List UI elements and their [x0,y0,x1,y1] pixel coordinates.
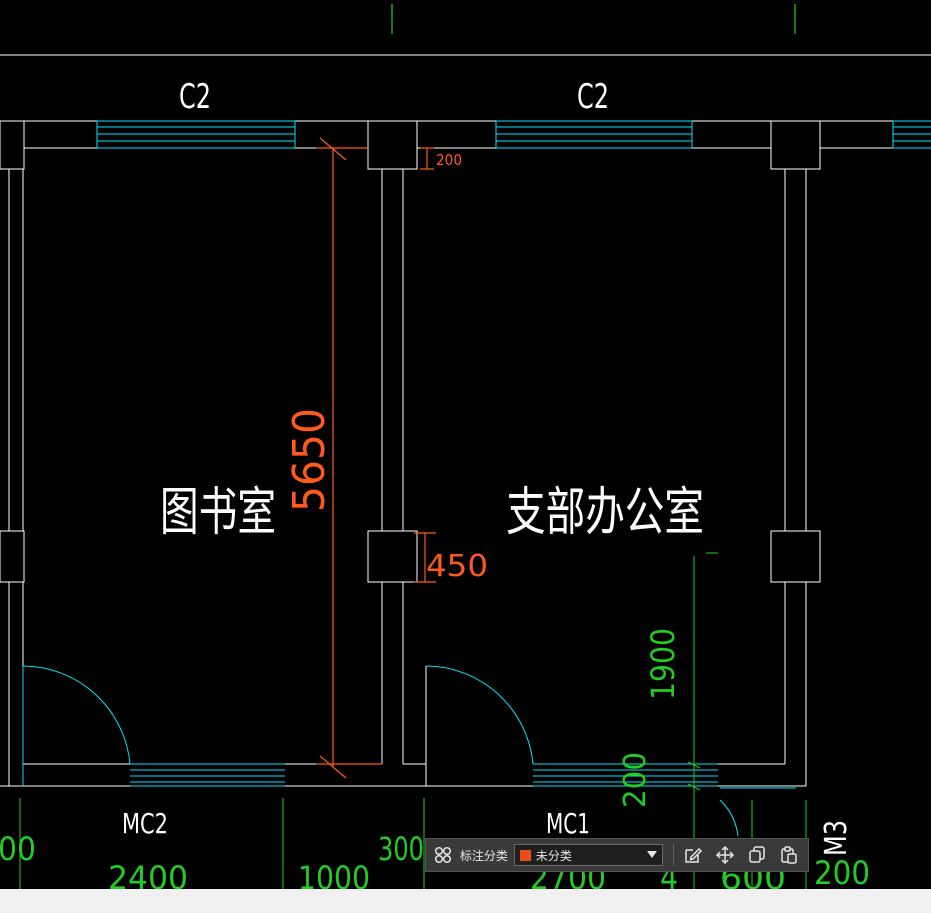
status-strip [0,889,931,913]
markup-dim-450: 450 [426,549,488,584]
dim-bottom: 2400 [108,859,188,889]
paste-button[interactable] [776,842,802,868]
door-label-mc1: MC1 [546,807,590,840]
cad-drawing[interactable]: C2 C2 图书室 支部办公室 MC2 MC1 M3 1900 200 00 2… [0,0,931,889]
door-label-m3: M3 [819,820,854,856]
dim-bottom: 00 [0,830,36,868]
toolbar-divider [673,844,675,866]
markup-dim-5650: 5650 [284,408,335,512]
dim-bottom: 200 [814,854,870,889]
category-value: 未分类 [535,848,572,863]
toolbar-grip[interactable] [426,839,460,871]
dim-bottom: 1000 [298,859,370,889]
dim-200-vertical: 200 [618,752,653,808]
category-label: 标注分类 [459,848,508,863]
windows [22,120,931,837]
window-label-c2-left: C2 [179,77,211,117]
walls [0,120,931,787]
move-icon [716,845,735,865]
dim-bottom: 300 [378,830,424,868]
room-label-office: 支部办公室 [506,483,704,543]
edit-button[interactable] [680,842,706,868]
grid-icon [434,846,451,864]
category-swatch [518,848,532,862]
edit-icon [685,847,703,863]
paste-icon [781,846,797,864]
chevron-down-icon [647,851,658,858]
move-button[interactable] [712,842,738,868]
copy-button[interactable] [744,842,770,868]
annotation-toolbar: 标注分类 未分类 [425,838,809,872]
markup-dim-200: 200 [436,151,462,169]
window-label-c2-right: C2 [577,77,609,117]
door-label-mc2: MC2 [122,807,168,840]
category-select[interactable]: 未分类 [513,844,664,866]
dim-1900: 1900 [644,628,682,700]
copy-icon [749,846,765,863]
room-label-library: 图书室 [160,483,276,543]
